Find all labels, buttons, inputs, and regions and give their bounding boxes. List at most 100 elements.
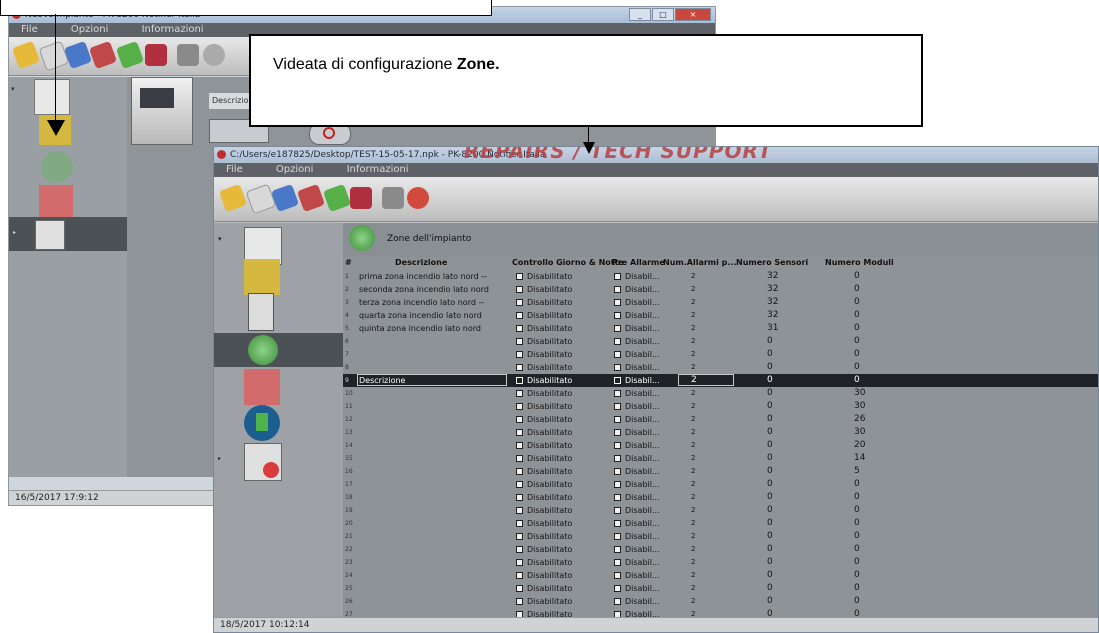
- cabinet-icon[interactable]: [244, 443, 282, 481]
- alarm-count[interactable]: 2: [691, 517, 695, 530]
- day-night-cell[interactable]: Disabilitato: [516, 374, 572, 387]
- day-night-checkbox[interactable]: [516, 416, 523, 423]
- day-night-checkbox[interactable]: [516, 286, 523, 293]
- pre-alarm-checkbox[interactable]: [614, 520, 621, 527]
- pre-alarm-checkbox[interactable]: [614, 546, 621, 553]
- pre-alarm-cell[interactable]: Disabil...: [614, 439, 660, 452]
- devices-icon[interactable]: [244, 259, 280, 295]
- day-night-checkbox[interactable]: [516, 325, 523, 332]
- pre-alarm-cell[interactable]: Disabil...: [614, 569, 660, 582]
- pre-alarm-checkbox[interactable]: [614, 351, 621, 358]
- close-button[interactable]: ×: [675, 8, 711, 21]
- day-night-cell[interactable]: Disabilitato: [516, 504, 572, 517]
- day-night-checkbox[interactable]: [516, 533, 523, 540]
- pre-alarm-cell[interactable]: Disabil...: [614, 374, 660, 387]
- day-night-cell[interactable]: Disabilitato: [516, 426, 572, 439]
- zone-description[interactable]: seconda zona incendio lato nord: [359, 283, 489, 296]
- col-number[interactable]: #: [345, 258, 352, 267]
- col-pre-alarm[interactable]: Pre Allarme: [612, 258, 665, 267]
- alarm-count[interactable]: 2: [691, 348, 695, 361]
- table-row[interactable]: 13 Disabilitato Disabil... 2 0 30: [343, 426, 1098, 439]
- day-night-checkbox[interactable]: [516, 546, 523, 553]
- day-night-cell[interactable]: Disabilitato: [516, 270, 572, 283]
- day-night-checkbox[interactable]: [516, 390, 523, 397]
- panel-2-icon[interactable]: [177, 44, 199, 66]
- pre-alarm-cell[interactable]: Disabil...: [614, 387, 660, 400]
- day-night-checkbox[interactable]: [516, 455, 523, 462]
- open-icon[interactable]: [11, 40, 41, 70]
- day-night-checkbox[interactable]: [516, 442, 523, 449]
- day-night-cell[interactable]: Disabilitato: [516, 556, 572, 569]
- maximize-button[interactable]: □: [652, 8, 674, 21]
- pre-alarm-checkbox[interactable]: [614, 559, 621, 566]
- day-night-checkbox[interactable]: [516, 351, 523, 358]
- day-night-checkbox[interactable]: [516, 598, 523, 605]
- day-night-cell[interactable]: Disabilitato: [516, 595, 572, 608]
- alarm-count[interactable]: 2: [691, 452, 695, 465]
- pre-alarm-cell[interactable]: Disabil...: [614, 335, 660, 348]
- description-editor[interactable]: [357, 374, 507, 386]
- day-night-cell[interactable]: Disabilitato: [516, 478, 572, 491]
- pre-alarm-cell[interactable]: Disabil...: [614, 426, 660, 439]
- pre-alarm-checkbox[interactable]: [614, 273, 621, 280]
- pre-alarm-cell[interactable]: Disabil...: [614, 309, 660, 322]
- pre-alarm-checkbox[interactable]: [614, 416, 621, 423]
- table-row[interactable]: 9 Descrizione Disabilitato Disabil... 2 0 0: [343, 374, 1098, 387]
- pre-alarm-cell[interactable]: Disabil...: [614, 361, 660, 374]
- pre-alarm-cell[interactable]: Disabil...: [614, 530, 660, 543]
- day-night-cell[interactable]: Disabilitato: [516, 439, 572, 452]
- network-icon[interactable]: [244, 369, 280, 405]
- menu-informazioni[interactable]: Informazioni: [347, 164, 409, 175]
- table-row[interactable]: 8 Disabilitato Disabil... 2 0 0: [343, 361, 1098, 374]
- pre-alarm-cell[interactable]: Disabil...: [614, 582, 660, 595]
- day-night-checkbox[interactable]: [516, 494, 523, 501]
- pre-alarm-checkbox[interactable]: [614, 312, 621, 319]
- alarm-count[interactable]: 2: [691, 556, 695, 569]
- table-row[interactable]: 23 Disabilitato Disabil... 2 0 0: [343, 556, 1098, 569]
- day-night-checkbox[interactable]: [516, 429, 523, 436]
- alarm-count[interactable]: 2: [691, 478, 695, 491]
- day-night-checkbox[interactable]: [516, 364, 523, 371]
- minimize-button[interactable]: _: [629, 8, 651, 21]
- save-icon[interactable]: [63, 40, 93, 70]
- pencil-icon[interactable]: [115, 40, 145, 70]
- col-day-night[interactable]: Controllo Giorno & Notte: [512, 258, 624, 267]
- pre-alarm-cell[interactable]: Disabil...: [614, 322, 660, 335]
- alarm-count[interactable]: 2: [691, 296, 695, 309]
- day-night-cell[interactable]: Disabilitato: [516, 582, 572, 595]
- pre-alarm-cell[interactable]: Disabil...: [614, 452, 660, 465]
- new-icon[interactable]: [245, 183, 277, 215]
- alarm-count-editor[interactable]: [678, 374, 734, 386]
- table-row[interactable]: 19 Disabilitato Disabil... 2 0 0: [343, 504, 1098, 517]
- table-row[interactable]: 7 Disabilitato Disabil... 2 0 0: [343, 348, 1098, 361]
- zone-icon[interactable]: [41, 151, 73, 183]
- day-night-checkbox[interactable]: [516, 585, 523, 592]
- col-alarms[interactable]: Num.Allarmi p...: [663, 258, 737, 267]
- table-row[interactable]: 22 Disabilitato Disabil... 2 0 0: [343, 543, 1098, 556]
- table-row[interactable]: 18 Disabilitato Disabil... 2 0 0: [343, 491, 1098, 504]
- pre-alarm-cell[interactable]: Disabil...: [614, 413, 660, 426]
- pre-alarm-checkbox[interactable]: [614, 468, 621, 475]
- table-row[interactable]: 17 Disabilitato Disabil... 2 0 0: [343, 478, 1098, 491]
- day-night-checkbox[interactable]: [516, 468, 523, 475]
- back-sidebar-selected[interactable]: ▸: [9, 217, 127, 251]
- tools-icon[interactable]: [199, 40, 229, 70]
- pre-alarm-checkbox[interactable]: [614, 507, 621, 514]
- network-icon[interactable]: [39, 185, 73, 217]
- pre-alarm-cell[interactable]: Disabil...: [614, 348, 660, 361]
- eraser-icon[interactable]: [88, 40, 118, 70]
- table-row[interactable]: 10 Disabilitato Disabil... 2 0 30: [343, 387, 1098, 400]
- alarm-count[interactable]: 2: [691, 595, 695, 608]
- panel-2-icon[interactable]: [382, 187, 404, 209]
- table-row[interactable]: 6 Disabilitato Disabil... 2 0 0: [343, 335, 1098, 348]
- table-row[interactable]: 21 Disabilitato Disabil... 2 0 0: [343, 530, 1098, 543]
- pre-alarm-checkbox[interactable]: [614, 494, 621, 501]
- day-night-checkbox[interactable]: [516, 403, 523, 410]
- table-row[interactable]: 14 Disabilitato Disabil... 2 0 20: [343, 439, 1098, 452]
- pre-alarm-checkbox[interactable]: [614, 364, 621, 371]
- pre-alarm-checkbox[interactable]: [614, 325, 621, 332]
- alarm-count[interactable]: 2: [691, 582, 695, 595]
- day-night-checkbox[interactable]: [516, 299, 523, 306]
- table-row[interactable]: 26 Disabilitato Disabil... 2 0 0: [343, 595, 1098, 608]
- alarm-count[interactable]: 2: [691, 426, 695, 439]
